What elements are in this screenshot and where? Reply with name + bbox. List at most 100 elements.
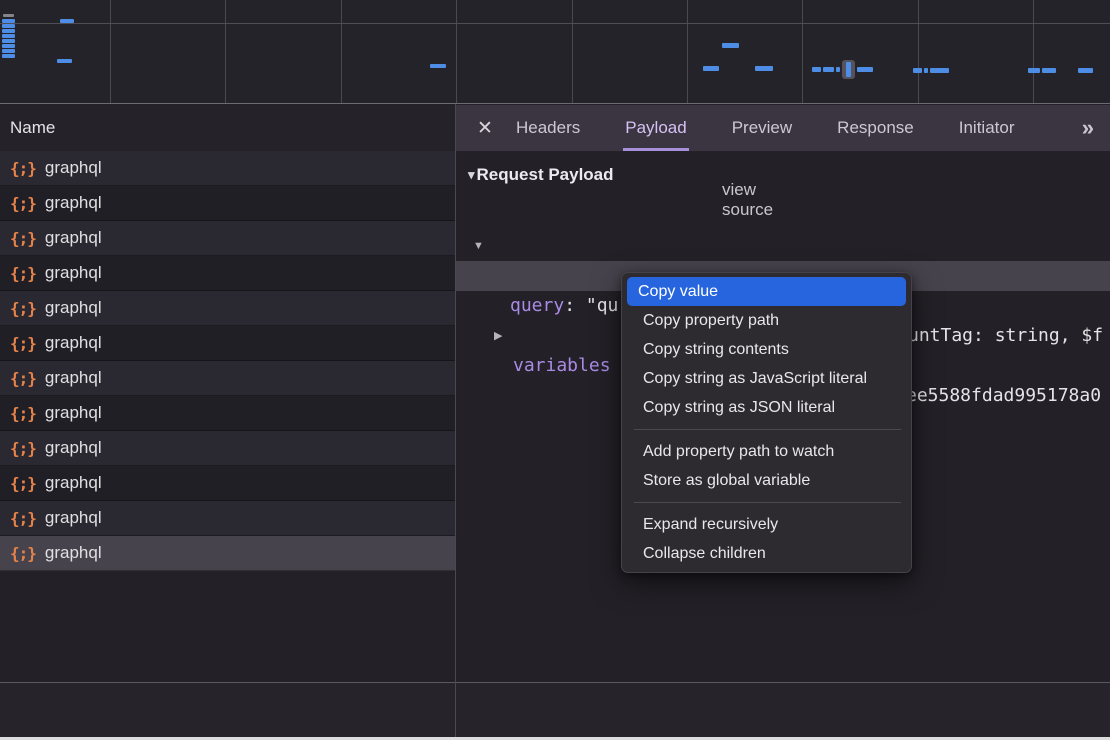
request-row[interactable]: {;} graphql: [0, 396, 455, 431]
json-request-icon: {;}: [10, 404, 36, 423]
request-timing-bar[interactable]: [836, 67, 840, 72]
detail-tabs: Headers Payload Preview Response Initiator: [514, 105, 1057, 151]
overview-gridline: [456, 0, 457, 103]
overview-gridline: [225, 0, 226, 103]
overview-gridline: [918, 0, 919, 103]
request-timing-bar[interactable]: [430, 64, 446, 68]
detail-tab-bar: ✕ Headers Payload Preview Response Initiator…: [456, 105, 1110, 151]
menu-item-store-as-global-variable[interactable]: Store as global variable: [627, 466, 906, 495]
request-timing-bar[interactable]: [2, 19, 15, 23]
request-timing-bar[interactable]: [2, 54, 15, 58]
request-timing-bar[interactable]: [2, 34, 15, 38]
request-timing-bar[interactable]: [1028, 68, 1040, 73]
property-value-right-fragment: untTag: string, $f: [908, 321, 1103, 351]
request-timing-bar[interactable]: [703, 66, 719, 71]
request-timing-bar[interactable]: [2, 49, 15, 53]
tab-preview[interactable]: Preview: [730, 105, 794, 151]
json-request-icon: {;}: [10, 474, 36, 493]
request-name: graphql: [45, 193, 102, 213]
close-icon[interactable]: ✕: [456, 105, 514, 151]
overview-gridline: [687, 0, 688, 103]
request-name: graphql: [45, 158, 102, 178]
request-timing-bar[interactable]: [930, 68, 949, 73]
request-row[interactable]: {;} graphql: [0, 291, 455, 326]
section-title: Request Payload: [477, 165, 614, 185]
overview-gridline: [1033, 0, 1034, 103]
request-timing-bar[interactable]: [2, 39, 15, 43]
request-row[interactable]: {;} graphql: [0, 361, 455, 396]
json-request-icon: {;}: [10, 369, 36, 388]
request-timing-bar[interactable]: [3, 14, 14, 17]
overview-gridline: [341, 0, 342, 103]
request-timing-bar[interactable]: [812, 67, 821, 72]
menu-item-copy-string-as-json-literal[interactable]: Copy string as JSON literal: [627, 393, 906, 422]
menu-item-copy-string-contents[interactable]: Copy string contents: [627, 335, 906, 364]
json-request-icon: {;}: [10, 334, 36, 353]
json-request-icon: {;}: [10, 509, 36, 528]
request-payload-section-header[interactable]: ▾ Request Payload view source: [468, 165, 614, 185]
request-timing-bar[interactable]: [1078, 68, 1093, 73]
request-timing-bar[interactable]: [823, 67, 834, 72]
summary-divider: [0, 682, 1110, 683]
property-key: variables: [513, 351, 611, 381]
name-column-header[interactable]: Name: [0, 105, 455, 151]
json-request-icon: {;}: [10, 439, 36, 458]
payload-tree-root-row[interactable]: ▼ {operationName: "ipFlowTimeseries", va…: [456, 201, 1110, 231]
request-timing-bar[interactable]: [2, 44, 15, 48]
request-timing-bar[interactable]: [722, 43, 739, 48]
request-row[interactable]: {;} graphql: [0, 186, 455, 221]
request-timing-bar[interactable]: [2, 24, 15, 28]
overview-gridline: [110, 0, 111, 103]
request-timing-bar[interactable]: [755, 66, 773, 71]
json-request-icon: {;}: [10, 299, 36, 318]
more-tabs-icon[interactable]: »: [1082, 105, 1110, 151]
pane-divider[interactable]: [455, 104, 456, 737]
request-timing-bar[interactable]: [913, 68, 922, 73]
menu-item-copy-value[interactable]: Copy value: [627, 277, 906, 306]
json-request-icon: {;}: [10, 159, 36, 178]
request-timing-bar[interactable]: [857, 67, 873, 72]
request-timing-bar[interactable]: [60, 19, 74, 23]
menu-item-add-property-path-to-watch[interactable]: Add property path to watch: [627, 437, 906, 466]
request-name: graphql: [45, 368, 102, 388]
request-row[interactable]: {;}graphql: [0, 256, 455, 291]
tab-initiator[interactable]: Initiator: [957, 105, 1017, 151]
selected-request-tick: [846, 62, 851, 77]
request-row[interactable]: {;} graphql: [0, 151, 455, 186]
network-overview-strip[interactable]: [0, 0, 1110, 104]
json-request-icon: {;}: [10, 194, 36, 213]
property-preview-right-fragment: ee5588fdad995178a0: [906, 381, 1101, 411]
request-name: graphql: [45, 403, 102, 423]
name-column-label: Name: [10, 118, 55, 138]
tab-response[interactable]: Response: [835, 105, 916, 151]
tab-payload[interactable]: Payload: [623, 105, 688, 151]
request-name: graphql: [45, 298, 102, 318]
request-timing-bar[interactable]: [1042, 68, 1056, 73]
menu-item-copy-property-path[interactable]: Copy property path: [627, 306, 906, 335]
menu-item-copy-string-as-javascript-literal[interactable]: Copy string as JavaScript literal: [627, 364, 906, 393]
request-timing-bar[interactable]: [2, 29, 15, 33]
request-row[interactable]: {;}graphql: [0, 221, 455, 256]
request-name: graphql: [45, 473, 102, 493]
menu-item-collapse-children[interactable]: Collapse children: [627, 539, 906, 568]
menu-separator: [634, 429, 901, 430]
menu-item-expand-recursively[interactable]: Expand recursively: [627, 510, 906, 539]
request-name: graphql: [45, 333, 102, 353]
overview-gridline: [802, 0, 803, 103]
payload-tree-operationname-row[interactable]: operationName: "ipFlowTimeseries": [456, 231, 1110, 261]
request-list: {;} graphql {;} graphql {;} graphql {;} graphql…: [0, 151, 455, 571]
request-row[interactable]: {;} graphql: [0, 326, 455, 361]
request-row[interactable]: {;}graphql: [0, 536, 455, 571]
json-request-icon: {;}: [10, 264, 36, 283]
request-row[interactable]: {;} graphql: [0, 466, 455, 501]
selected-request-marker[interactable]: [842, 60, 855, 79]
request-timing-bar[interactable]: [57, 59, 72, 63]
request-name: graphql: [45, 508, 102, 528]
request-row[interactable]: {;}graphql: [0, 431, 455, 466]
expand-arrow-icon[interactable]: ▶: [494, 321, 502, 351]
request-timing-bar[interactable]: [924, 68, 928, 73]
tab-headers[interactable]: Headers: [514, 105, 582, 151]
request-row[interactable]: {;} graphql: [0, 501, 455, 536]
overview-gridline: [572, 0, 573, 103]
collapse-caret-icon[interactable]: ▾: [468, 167, 475, 183]
